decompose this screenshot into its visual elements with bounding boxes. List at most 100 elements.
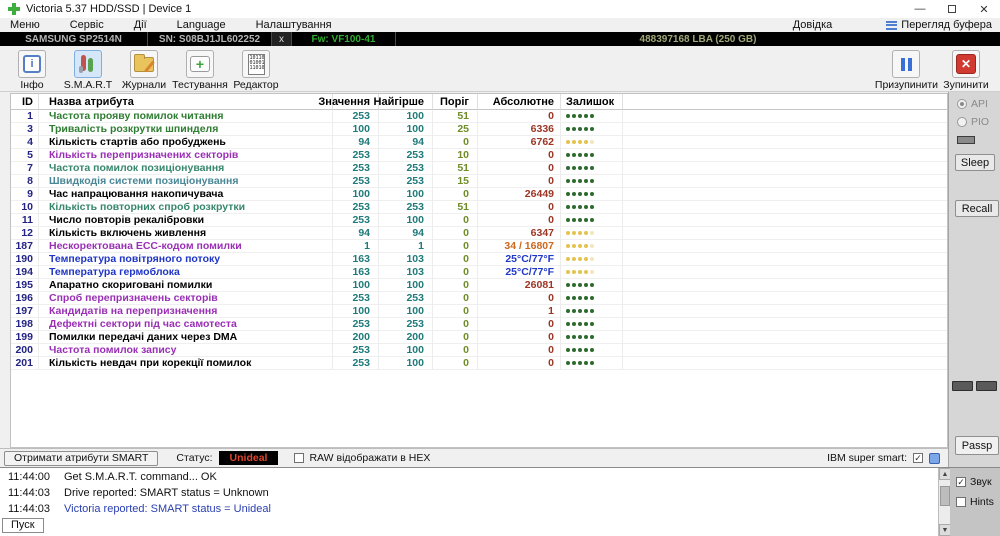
cell-worst: 100 <box>379 357 433 370</box>
cell-filler <box>623 331 947 344</box>
health-dot <box>566 205 570 209</box>
pio-radio-row[interactable]: PIO <box>957 116 1000 128</box>
api-radio[interactable] <box>957 99 967 109</box>
cell-value: 163 <box>333 253 379 266</box>
health-dot <box>584 166 588 170</box>
get-smart-attributes-button[interactable]: Отримати атрибути SMART <box>4 450 159 466</box>
health-dot <box>572 192 576 196</box>
health-dot <box>572 257 576 261</box>
passport-button[interactable]: Passp <box>955 436 999 455</box>
health-dot <box>584 140 588 144</box>
header-threshold[interactable]: Поріг <box>433 94 478 110</box>
sound-checkbox[interactable]: ✓ <box>956 477 966 487</box>
header-name[interactable]: Назва атрибута <box>39 94 333 110</box>
cell-worst: 100 <box>379 188 433 201</box>
header-health[interactable]: Залишок <box>561 94 623 110</box>
smart-attributes-table: ID Назва атрибута Значення Найгірше Порі… <box>10 93 948 448</box>
api-radio-row[interactable]: API <box>957 98 1000 110</box>
pause-button[interactable]: Призупинити <box>875 50 938 91</box>
cell-threshold: 51 <box>433 110 478 123</box>
cell-id: 11 <box>11 214 39 227</box>
menu-service[interactable]: Сервіс <box>68 19 106 31</box>
hints-toggle[interactable]: Hints <box>956 496 1000 508</box>
close-button[interactable]: ✕ <box>968 0 1000 18</box>
health-dot <box>578 192 582 196</box>
health-dot <box>572 218 576 222</box>
menu-language[interactable]: Language <box>175 19 228 31</box>
table-row[interactable]: 198 Дефектні сектори під час самотеста 253… <box>11 318 947 331</box>
device-serial-close[interactable]: x <box>272 32 292 46</box>
smart-tab-button[interactable]: S.M.A.R.T <box>60 50 116 91</box>
health-dot <box>578 205 582 209</box>
table-row[interactable]: 4 Кількість стартів або пробуджень 94 94 0 67… <box>11 136 947 149</box>
table-row[interactable]: 9 Час напрацювання накопичувача 100 100 0 264… <box>11 188 947 201</box>
header-raw[interactable]: Абсолютне <box>478 94 561 110</box>
raw-hex-toggle[interactable]: RAW відображати в HEX <box>294 452 430 464</box>
pio-radio[interactable] <box>957 117 967 127</box>
cell-threshold: 0 <box>433 240 478 253</box>
menu-settings[interactable]: Налаштування <box>254 19 334 31</box>
health-dot <box>566 361 570 365</box>
cell-id: 4 <box>11 136 39 149</box>
device-model[interactable]: SAMSUNG SP2514N <box>0 32 148 46</box>
header-worst[interactable]: Найгірше <box>374 94 433 110</box>
scroll-thumb[interactable] <box>940 486 950 506</box>
maximize-button[interactable] <box>936 0 968 18</box>
testing-tab-button[interactable]: + Тестування <box>172 50 228 91</box>
editor-tab-button[interactable]: 101101 010011 110100 Редактор <box>228 50 284 91</box>
minimize-button[interactable]: — <box>904 0 936 18</box>
start-button[interactable]: Пуск <box>2 518 44 533</box>
cell-health-dots <box>561 357 623 370</box>
table-row[interactable]: 8 Швидкодія системи позиціонування 253 253 1… <box>11 175 947 188</box>
cell-id: 195 <box>11 279 39 292</box>
mini-indicator-right[interactable] <box>976 381 997 391</box>
header-value[interactable]: Значення <box>318 94 379 110</box>
stop-button[interactable]: ✕ Зупинити <box>938 50 994 91</box>
journals-tab-button[interactable]: Журнали <box>116 50 172 91</box>
table-row[interactable]: 200 Частота помилок запису 253 100 0 0 <box>11 344 947 357</box>
table-row[interactable]: 12 Кількість включень живлення 94 94 0 6347 <box>11 227 947 240</box>
mini-indicator-left[interactable] <box>952 381 973 391</box>
table-row[interactable]: 5 Кількість перепризначених секторів 253 25… <box>11 149 947 162</box>
table-row[interactable]: 1 Частота прояву помилок читання 253 100 51 0 <box>11 110 947 123</box>
menu-buffer-view[interactable]: Перегляд буфера <box>886 19 992 31</box>
health-dot <box>584 283 588 287</box>
table-row[interactable]: 187 Нескоректована ECC-кодом помилки 1 1 0 34… <box>11 240 947 253</box>
health-dot <box>566 218 570 222</box>
raw-hex-checkbox[interactable] <box>294 453 305 463</box>
health-dot <box>578 270 582 274</box>
health-dot <box>572 166 576 170</box>
log-scrollbar[interactable]: ▲ ▼ <box>938 468 951 536</box>
right-side-panel: API PIO Sleep Recall Passp <box>948 92 1000 467</box>
table-row[interactable]: 197 Кандидатів на перепризначення 100 100 0 1 <box>11 305 947 318</box>
table-row[interactable]: 201 Кількість невдач при корекції помилок… <box>11 357 947 370</box>
table-row[interactable]: 190 Температура повітряного потоку 163 103 0… <box>11 253 947 266</box>
hints-checkbox[interactable] <box>956 497 966 507</box>
ibm-super-smart-checkbox[interactable]: ✓ <box>913 453 923 463</box>
table-row[interactable]: 10 Кількість повторних спроб розкрутки 253… <box>11 201 947 214</box>
table-row[interactable]: 3 Тривалість розкрутки шпинделя 100 100 25 63… <box>11 123 947 136</box>
table-row[interactable]: 196 Спроб перепризначень секторів 253 253 0 0 <box>11 292 947 305</box>
cell-raw-value: 0 <box>478 214 561 227</box>
cell-threshold: 10 <box>433 149 478 162</box>
menu-main[interactable]: Меню <box>8 19 42 31</box>
sleep-button[interactable]: Sleep <box>955 154 995 171</box>
cell-attribute-name: Нескоректована ECC-кодом помилки <box>39 240 333 253</box>
recall-button[interactable]: Recall <box>955 200 999 217</box>
header-id[interactable]: ID <box>11 94 39 110</box>
menu-actions[interactable]: Дії <box>132 19 149 31</box>
sound-toggle[interactable]: ✓ Звук <box>956 476 1000 488</box>
cell-attribute-name: Температура повітряного потоку <box>39 253 333 266</box>
log-text-panel[interactable]: 11:44:00 Get S.M.A.R.T. command... OK 11:4… <box>0 468 938 536</box>
table-row[interactable]: 7 Частота помилок позиціонування 253 253 51 0 <box>11 162 947 175</box>
device-info-bar: SAMSUNG SP2514N SN: S08BJ1JL602252 x Fw:… <box>0 32 1000 46</box>
device-firmware: Fw: VF100-41 <box>292 32 396 46</box>
table-row[interactable]: 199 Помилки передачі даних через DMA 200 20… <box>11 331 947 344</box>
menu-help[interactable]: Довідка <box>793 19 833 31</box>
table-row[interactable]: 195 Апаратно скориговані помилки 100 100 0 26… <box>11 279 947 292</box>
table-row[interactable]: 194 Температура гермоблока 163 103 0 25°C/77°… <box>11 266 947 279</box>
health-dot <box>566 192 570 196</box>
info-tab-button[interactable]: i Інфо <box>4 50 60 91</box>
table-row[interactable]: 11 Число повторів рекалібровки 253 100 0 0 <box>11 214 947 227</box>
cell-filler <box>623 162 947 175</box>
